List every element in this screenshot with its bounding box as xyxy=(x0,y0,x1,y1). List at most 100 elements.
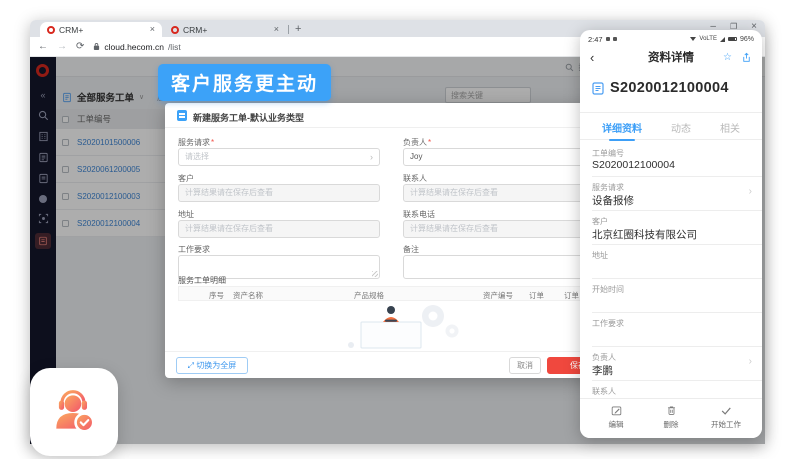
input-placeholder: 计算结果请在保存后查看 xyxy=(410,185,498,201)
volte-indicator: VoLTE xyxy=(699,36,717,42)
tab-activity[interactable]: 动态 xyxy=(671,120,691,135)
input-placeholder: 计算结果请在保存后查看 xyxy=(410,221,498,237)
browser-tab-active[interactable]: CRM+ × xyxy=(40,22,162,37)
edit-action[interactable]: 编辑 xyxy=(588,405,644,430)
resize-handle[interactable] xyxy=(372,271,378,277)
field-label: 工作要求 xyxy=(592,318,624,329)
signal-icon xyxy=(720,37,725,42)
crm-favicon-icon xyxy=(47,26,55,34)
field-label: 客户 xyxy=(178,173,194,184)
action-label: 编辑 xyxy=(588,419,644,430)
delete-action[interactable]: 删除 xyxy=(643,405,699,430)
field-value: 李鹏 xyxy=(592,363,613,378)
tab-related[interactable]: 相关 xyxy=(720,120,740,135)
tab-separator xyxy=(288,25,289,34)
required-mark: * xyxy=(428,138,431,147)
field-label: 联系人 xyxy=(403,173,427,184)
address-field[interactable]: cloud.hecom.cn/list xyxy=(93,42,180,52)
record-id-row: S2020012100004 xyxy=(592,80,729,96)
select-placeholder: 请选择 xyxy=(185,149,209,165)
field-value: S2020012100004 xyxy=(592,159,675,171)
record-id: S2020012100004 xyxy=(610,80,729,96)
tab-detail[interactable]: 详细资料 xyxy=(602,120,642,135)
chevron-right-icon[interactable]: › xyxy=(749,186,752,197)
edit-icon xyxy=(611,405,622,416)
owner-value: Joy xyxy=(410,149,422,165)
divider xyxy=(592,278,762,279)
detail-column: 订单 xyxy=(529,290,544,301)
start-work-action[interactable]: 开始工作 xyxy=(698,405,754,430)
field-label: 地址 xyxy=(592,250,608,261)
input-placeholder: 计算结果请在保存后查看 xyxy=(185,185,273,201)
mobile-detail-panel: 2:47 VoLTE 96% 资料详情 ‹ ☆ S2020012100004 xyxy=(580,30,762,438)
customer-service-badge[interactable] xyxy=(30,368,118,456)
favorite-star-icon[interactable]: ☆ xyxy=(723,52,732,63)
divider xyxy=(592,380,762,381)
field-value: 设备报修 xyxy=(592,193,634,208)
service-request-select[interactable]: 请选择 › xyxy=(178,148,380,166)
back-icon[interactable]: ← xyxy=(38,41,48,52)
action-label: 删除 xyxy=(643,419,699,430)
field-label: 工作要求 xyxy=(178,244,210,255)
detail-column: 序号 xyxy=(209,290,224,301)
crm-favicon-icon xyxy=(171,26,179,34)
field-label: 联系人 xyxy=(592,386,616,397)
detail-column: 产品规格 xyxy=(354,290,384,301)
battery-icon xyxy=(728,37,737,42)
field-value: 北京红圈科技有限公司 xyxy=(592,227,697,242)
required-mark: * xyxy=(211,138,214,147)
lock-icon xyxy=(93,42,100,51)
url-domain: cloud.hecom.cn xyxy=(104,42,164,52)
close-tab-icon[interactable]: × xyxy=(150,25,155,34)
detail-column: 资产编号 xyxy=(483,290,513,301)
phone-action-toolbar: 编辑 删除 开始工作 xyxy=(580,398,762,438)
field-label: 备注 xyxy=(403,244,419,255)
input-placeholder: 计算结果请在保存后查看 xyxy=(185,221,273,237)
contact-input-disabled: 计算结果请在保存后查看 xyxy=(403,184,605,202)
url-path: /list xyxy=(168,42,181,52)
field-label: 工单编号 xyxy=(592,148,624,159)
remark-textarea[interactable] xyxy=(403,255,605,279)
divider xyxy=(592,312,762,313)
fullscreen-toggle-button[interactable]: ⤢ 切换为全屏 xyxy=(176,357,248,374)
chevron-right-icon[interactable]: › xyxy=(749,356,752,367)
empty-state-illustration xyxy=(178,301,607,351)
share-icon[interactable] xyxy=(741,52,752,63)
battery-percent: 96% xyxy=(740,36,754,43)
phone-status-bar: 2:47 VoLTE 96% xyxy=(580,30,762,45)
cancel-button[interactable]: 取消 xyxy=(509,357,541,374)
record-doc-icon xyxy=(592,82,604,95)
close-tab-icon[interactable]: × xyxy=(274,25,279,34)
chevron-right-icon: › xyxy=(370,149,373,165)
support-agent-icon xyxy=(49,387,99,437)
modal-footer: ⤢ 切换为全屏 取消 保存 xyxy=(165,351,620,378)
field-label: 负责人* xyxy=(403,137,431,148)
divider xyxy=(592,244,762,245)
forward-icon[interactable]: → xyxy=(57,41,67,52)
check-icon xyxy=(720,405,732,416)
detail-table-header: 序号 资产名称 产品规格 资产编号 订单 订单日期 xyxy=(178,286,607,301)
field-label: 地址 xyxy=(178,209,194,220)
detail-tabs: 详细资料 动态 相关 xyxy=(580,116,762,140)
trash-icon xyxy=(666,405,677,416)
modal-title: 新建服务工单-默认业务类型 xyxy=(193,111,304,124)
phone-nav-bar: 资料详情 ‹ ☆ xyxy=(580,45,762,69)
desktop-canvas: CRM+ × CRM+ × + – ❐ × ← → ⟳ cloud.hecom.… xyxy=(0,0,792,459)
field-label: 客户 xyxy=(592,216,608,227)
tab-title: CRM+ xyxy=(59,25,146,35)
phone-input-disabled: 计算结果请在保存后查看 xyxy=(403,220,605,238)
owner-input[interactable]: Joy xyxy=(403,148,605,166)
tab-title: CRM+ xyxy=(183,25,270,35)
divider xyxy=(580,112,762,113)
detail-column: 资产名称 xyxy=(233,290,263,301)
notification-icon xyxy=(613,37,617,41)
wifi-icon xyxy=(690,37,696,41)
detail-section-title: 服务工单明细 xyxy=(178,275,226,286)
field-label: 服务请求* xyxy=(178,137,214,148)
field-label: 开始时间 xyxy=(592,284,624,295)
reload-icon[interactable]: ⟳ xyxy=(76,41,84,52)
divider xyxy=(592,210,762,211)
browser-tab-inactive[interactable]: CRM+ × xyxy=(164,22,286,37)
new-tab-button[interactable]: + xyxy=(295,23,301,35)
workorder-doc-icon xyxy=(177,110,187,121)
